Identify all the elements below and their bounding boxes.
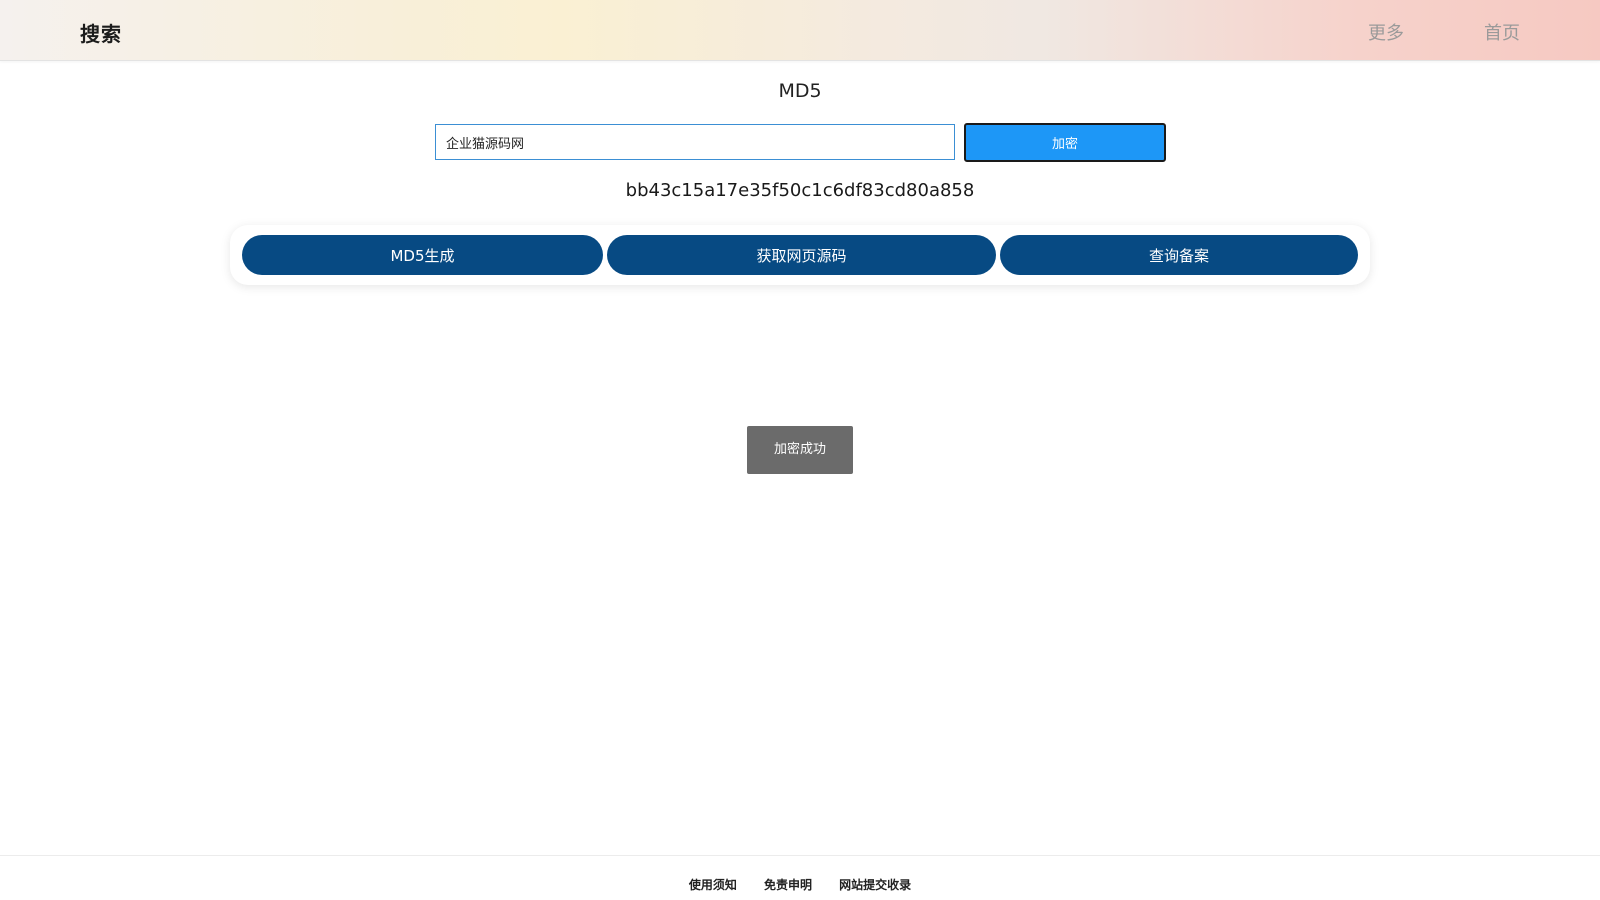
top-header: 搜索 更多 首页 (0, 0, 1600, 61)
nav-home-link[interactable]: 首页 (1484, 19, 1520, 45)
encrypt-button[interactable]: 加密 (964, 123, 1166, 162)
tab-get-page-source[interactable]: 获取网页源码 (607, 235, 996, 275)
tab-icp-lookup[interactable]: 查询备案 (1000, 235, 1358, 275)
footer-links: 使用须知 免责申明 网站提交收录 (0, 874, 1600, 893)
page-footer: 使用须知 免责申明 网站提交收录 (0, 855, 1600, 900)
success-toast: 加密成功 (747, 426, 853, 474)
footer-link-disclaimer[interactable]: 免责申明 (764, 876, 812, 893)
md5-text-input[interactable] (435, 124, 955, 160)
md5-hash-result: bb43c15a17e35f50c1c6df83cd80a858 (625, 180, 975, 201)
page: 搜索 更多 首页 MD5 加密 bb43c15a17e35f50c1c6df83… (0, 0, 1600, 900)
nav-more-link[interactable]: 更多 (1368, 19, 1404, 45)
footer-link-submit-site[interactable]: 网站提交收录 (839, 876, 911, 893)
tool-title: MD5 (778, 80, 822, 102)
site-brand[interactable]: 搜索 (80, 18, 122, 47)
footer-link-terms[interactable]: 使用须知 (689, 876, 737, 893)
tab-md5-generate[interactable]: MD5生成 (242, 235, 603, 275)
tool-tabs-bar: MD5生成 获取网页源码 查询备案 (230, 225, 1370, 285)
